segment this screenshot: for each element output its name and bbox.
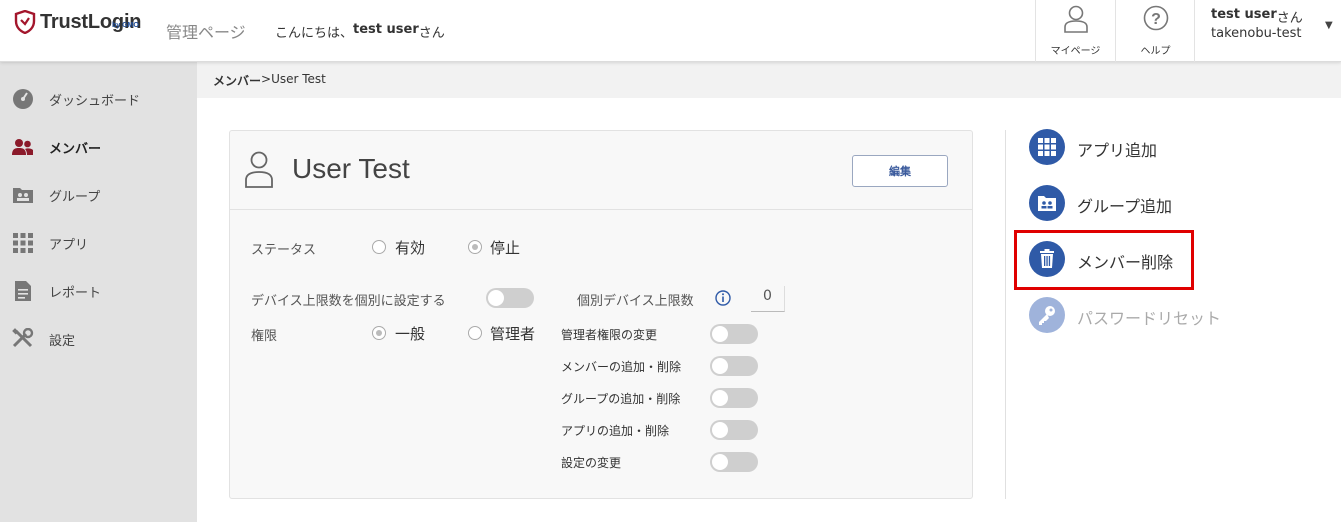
breadcrumb-current: User Test [271,72,326,86]
permission-label: アプリの追加・削除 [561,424,670,438]
sidebar-item-settings[interactable]: 設定 [0,315,197,363]
sidebar-item-label: ダッシュボード [49,93,141,109]
edit-button[interactable]: 編集 [852,155,948,187]
status-label: ステータス [251,243,317,258]
add-group-label: グループ追加 [1077,197,1173,216]
sidebar-item-label: 設定 [49,333,76,349]
tenant-name: takenobu-test [1211,26,1302,41]
card-header: User Test 編集 [230,131,972,210]
status-suspended-radio[interactable] [468,240,482,254]
individual-limit-label: 個別デバイス上限数 [577,294,694,309]
role-general-radio[interactable] [372,326,386,340]
user-detail-card: User Test 編集 ステータス 有効 停止 デバイス上限数を個別に設定する… [229,130,973,499]
mypage-label: マイページ [1050,46,1101,57]
add-app-label: アプリ追加 [1077,141,1158,160]
user-icon [1064,5,1088,33]
user-avatar-icon [245,151,273,188]
breadcrumb: メンバー > User Test [197,62,1341,98]
role-admin-radio[interactable] [468,326,482,340]
permission-toggle[interactable] [710,388,758,408]
role-label: 権限 [251,329,278,344]
permission-toggle[interactable] [710,452,758,472]
user-name-suffix: さん [1276,11,1303,26]
device-limit-label: デバイス上限数を個別に設定する [251,294,446,309]
caret-down-icon: ▼ [1325,20,1333,31]
role-admin-label: 管理者 [490,325,536,343]
greeting-user: test user [353,22,419,37]
user-name: test user さん [1211,7,1303,26]
settings-tools-icon [12,328,34,348]
permission-label: グループの追加・削除 [561,392,681,406]
status-active-label: 有効 [395,239,426,257]
user-name-text: test user [1211,7,1277,22]
logo-sub: by GMO [112,22,139,29]
sidebar-item-apps[interactable]: アプリ [0,219,197,267]
top-header: TrustLogin by GMO 管理ページ こんにちは、 test user… [0,0,1341,62]
device-limit-input[interactable]: 0 [751,286,785,312]
folder-group-icon [1029,185,1065,221]
device-limit-toggle[interactable] [486,288,534,308]
sidebar: ダッシュボード メンバー グループ アプリ レポート 設定 [0,62,197,522]
apps-grid-icon [13,233,33,253]
vertical-divider [1005,130,1006,499]
status-active-radio[interactable] [372,240,386,254]
sidebar-item-label: メンバー [49,141,102,157]
permission-label: 管理者権限の変更 [561,328,658,342]
sidebar-item-members[interactable]: メンバー [0,123,197,171]
permission-label: メンバーの追加・削除 [561,360,682,374]
user-menu[interactable]: test user さん takenobu-test ▼ [1194,0,1341,62]
status-suspended-label: 停止 [490,239,521,257]
sidebar-item-label: グループ [49,189,101,205]
report-icon [15,281,31,301]
role-general-label: 一般 [395,325,426,343]
admin-page-label: 管理ページ [166,23,246,42]
dashboard-icon [13,89,33,109]
greeting: こんにちは、 test user さん [275,22,445,41]
key-icon [1029,297,1065,333]
help-icon: ? [1143,5,1169,31]
sidebar-item-dashboard[interactable]: ダッシュボード [0,75,197,123]
breadcrumb-root[interactable]: メンバー [213,72,261,89]
info-icon[interactable] [715,290,731,306]
user-display-name: User Test [292,153,410,184]
apps-grid-icon [1029,129,1065,165]
highlight-box [1014,230,1194,290]
sidebar-item-groups[interactable]: グループ [0,171,197,219]
permission-toggle[interactable] [710,420,758,440]
sidebar-item-label: アプリ [49,237,89,253]
help-label: ヘルプ [1140,46,1171,57]
help-button[interactable]: ? ヘルプ [1115,0,1195,62]
permission-toggle[interactable] [710,324,758,344]
breadcrumb-separator: > [261,72,272,86]
greeting-prefix: こんにちは、 [275,26,354,41]
greeting-suffix: さん [418,26,445,41]
sidebar-item-reports[interactable]: レポート [0,267,197,315]
members-icon [12,139,33,155]
mypage-button[interactable]: マイページ [1035,0,1115,62]
svg-text:?: ? [1151,11,1161,28]
permission-label: 設定の変更 [561,456,622,470]
permission-toggle[interactable] [710,356,758,376]
password-reset-label: パスワードリセット [1077,309,1222,328]
shield-logo-icon [14,10,36,34]
group-icon [13,188,33,203]
sidebar-item-label: レポート [49,285,102,301]
